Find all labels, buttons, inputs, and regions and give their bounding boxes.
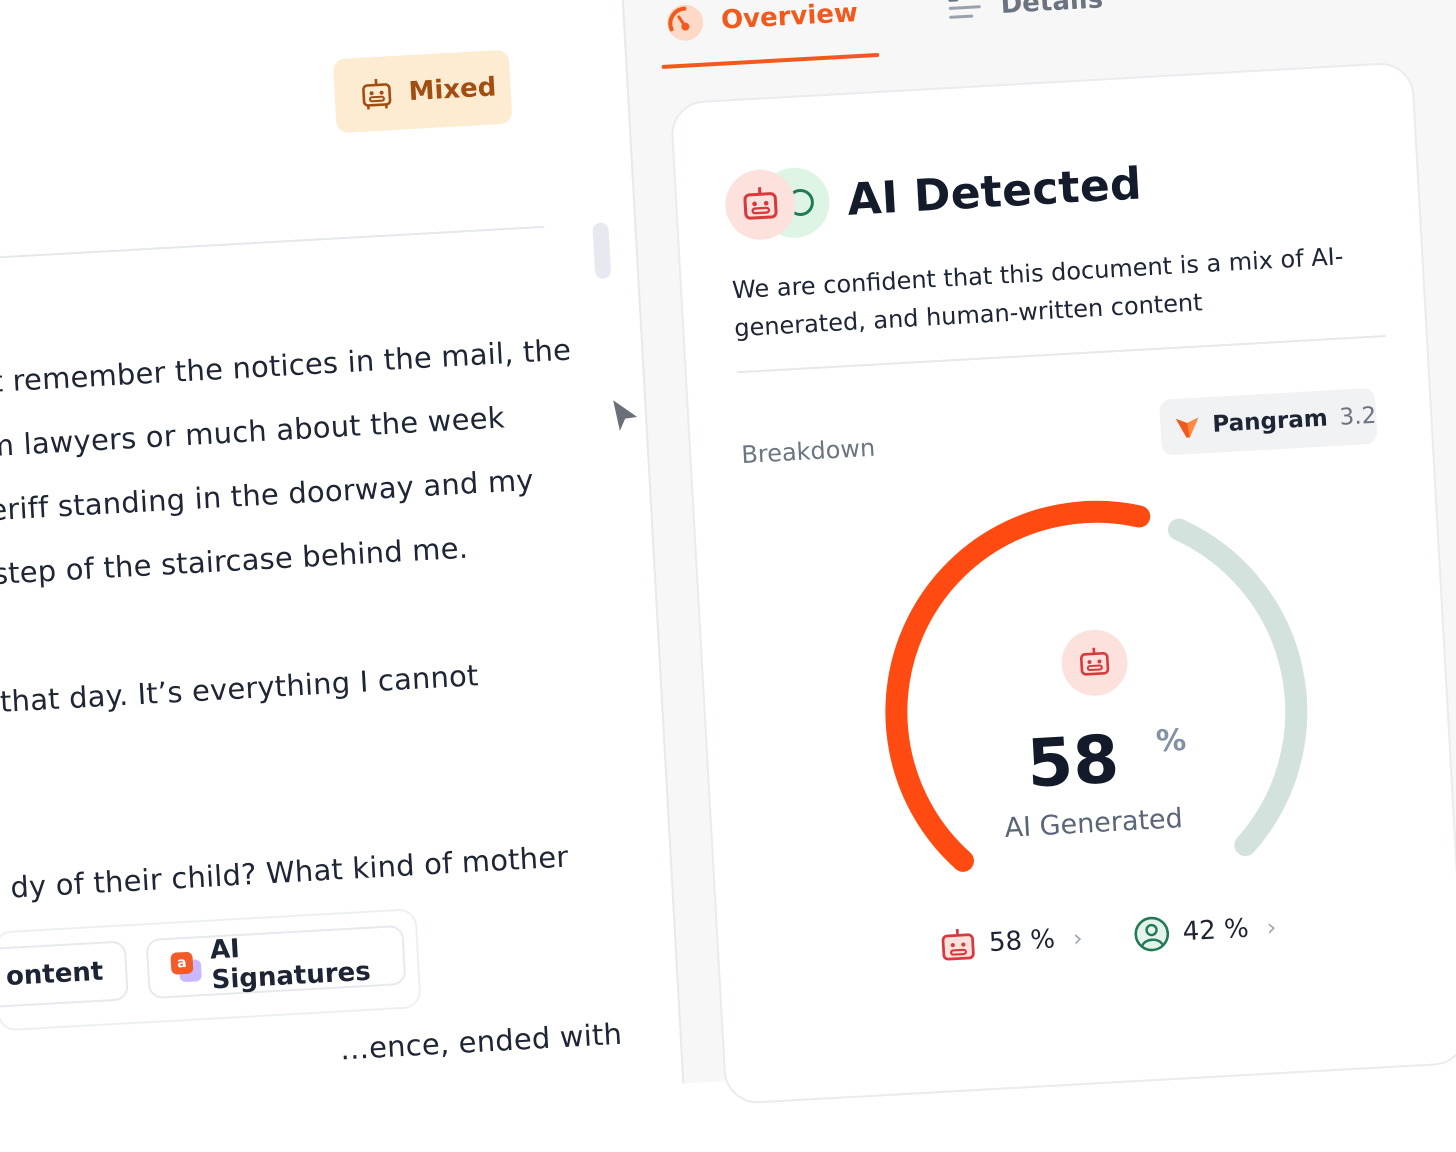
user-circle-icon (1132, 914, 1172, 954)
stage: Mixed ’t remember the notices in the mai… (0, 0, 1456, 1044)
human-stat-value: 42 % (1182, 914, 1250, 948)
document-text-line: that day. It’s everything I cannot (0, 658, 479, 719)
breakdown-label: Breakdown (741, 434, 876, 469)
ai-stat-button[interactable]: 58 % › (938, 919, 1084, 965)
result-description: We are confident that this document is a… (731, 237, 1354, 347)
robot-icon (938, 925, 978, 965)
scrollbar-thumb[interactable] (592, 222, 611, 279)
result-title: AI Detected (846, 158, 1143, 225)
ai-signatures-icon: a (170, 951, 197, 982)
tab-more[interactable] (1183, 0, 1230, 26)
document-text-line: dy of their child? What kind of mother (9, 839, 569, 904)
human-stat-button[interactable]: 42 % › (1132, 908, 1278, 954)
detection-result-card: AI Detected We are confident that this d… (670, 61, 1456, 1105)
gauge-icon (664, 2, 706, 44)
tab-overview[interactable]: Overview (663, 0, 859, 55)
tab-active-indicator (662, 53, 880, 69)
list-icon (944, 0, 986, 28)
result-icons (724, 166, 828, 241)
gauge-human-arc (1179, 524, 1304, 848)
ai-signatures-chip[interactable]: a AI Signatures (145, 925, 406, 999)
ai-percent-value: 58 (1025, 721, 1121, 803)
document-text-line: m lawyers or much about the week (0, 400, 505, 463)
filter-chip-bar: ontent a AI Signatures (0, 908, 422, 1032)
pangram-logo-icon (1174, 410, 1202, 443)
tab-details-label: Details (1000, 0, 1104, 20)
ai-stat-value: 58 % (988, 924, 1056, 958)
chevron-right-icon: › (1072, 924, 1083, 952)
ai-signatures-chip-label: AI Signatures (209, 926, 382, 995)
document-divider (0, 226, 544, 263)
model-version: 3.2 (1339, 403, 1377, 431)
grid-icon (1184, 0, 1229, 5)
document-text-line: ’t remember the notices in the mail, the (0, 333, 572, 400)
document-text-line: step of the staircase behind me. (0, 531, 469, 592)
model-name: Pangram (1212, 405, 1329, 437)
model-chip[interactable]: Pangram 3.2 (1159, 388, 1378, 456)
tab-overview-label: Overview (720, 0, 858, 36)
mixed-badge-label: Mixed (408, 72, 497, 107)
content-chip-label: ontent (5, 957, 104, 992)
ai-percent-sign: % (1155, 723, 1187, 760)
content-chip[interactable]: ontent (0, 940, 129, 1014)
document-text-line: …ence, ended with (339, 1017, 623, 1067)
mouse-cursor-icon (610, 397, 642, 435)
mixed-badge[interactable]: Mixed (333, 50, 513, 134)
tab-details[interactable]: Details (943, 0, 1105, 39)
robot-icon (358, 75, 396, 113)
result-title-row: AI Detected (724, 148, 1144, 241)
chevron-right-icon: › (1266, 913, 1277, 941)
document-text-line: eriff standing in the doorway and my (0, 463, 535, 527)
document-panel: Mixed ’t remember the notices in the mai… (0, 0, 671, 1103)
results-panel: Overview Details (619, 0, 1456, 1083)
